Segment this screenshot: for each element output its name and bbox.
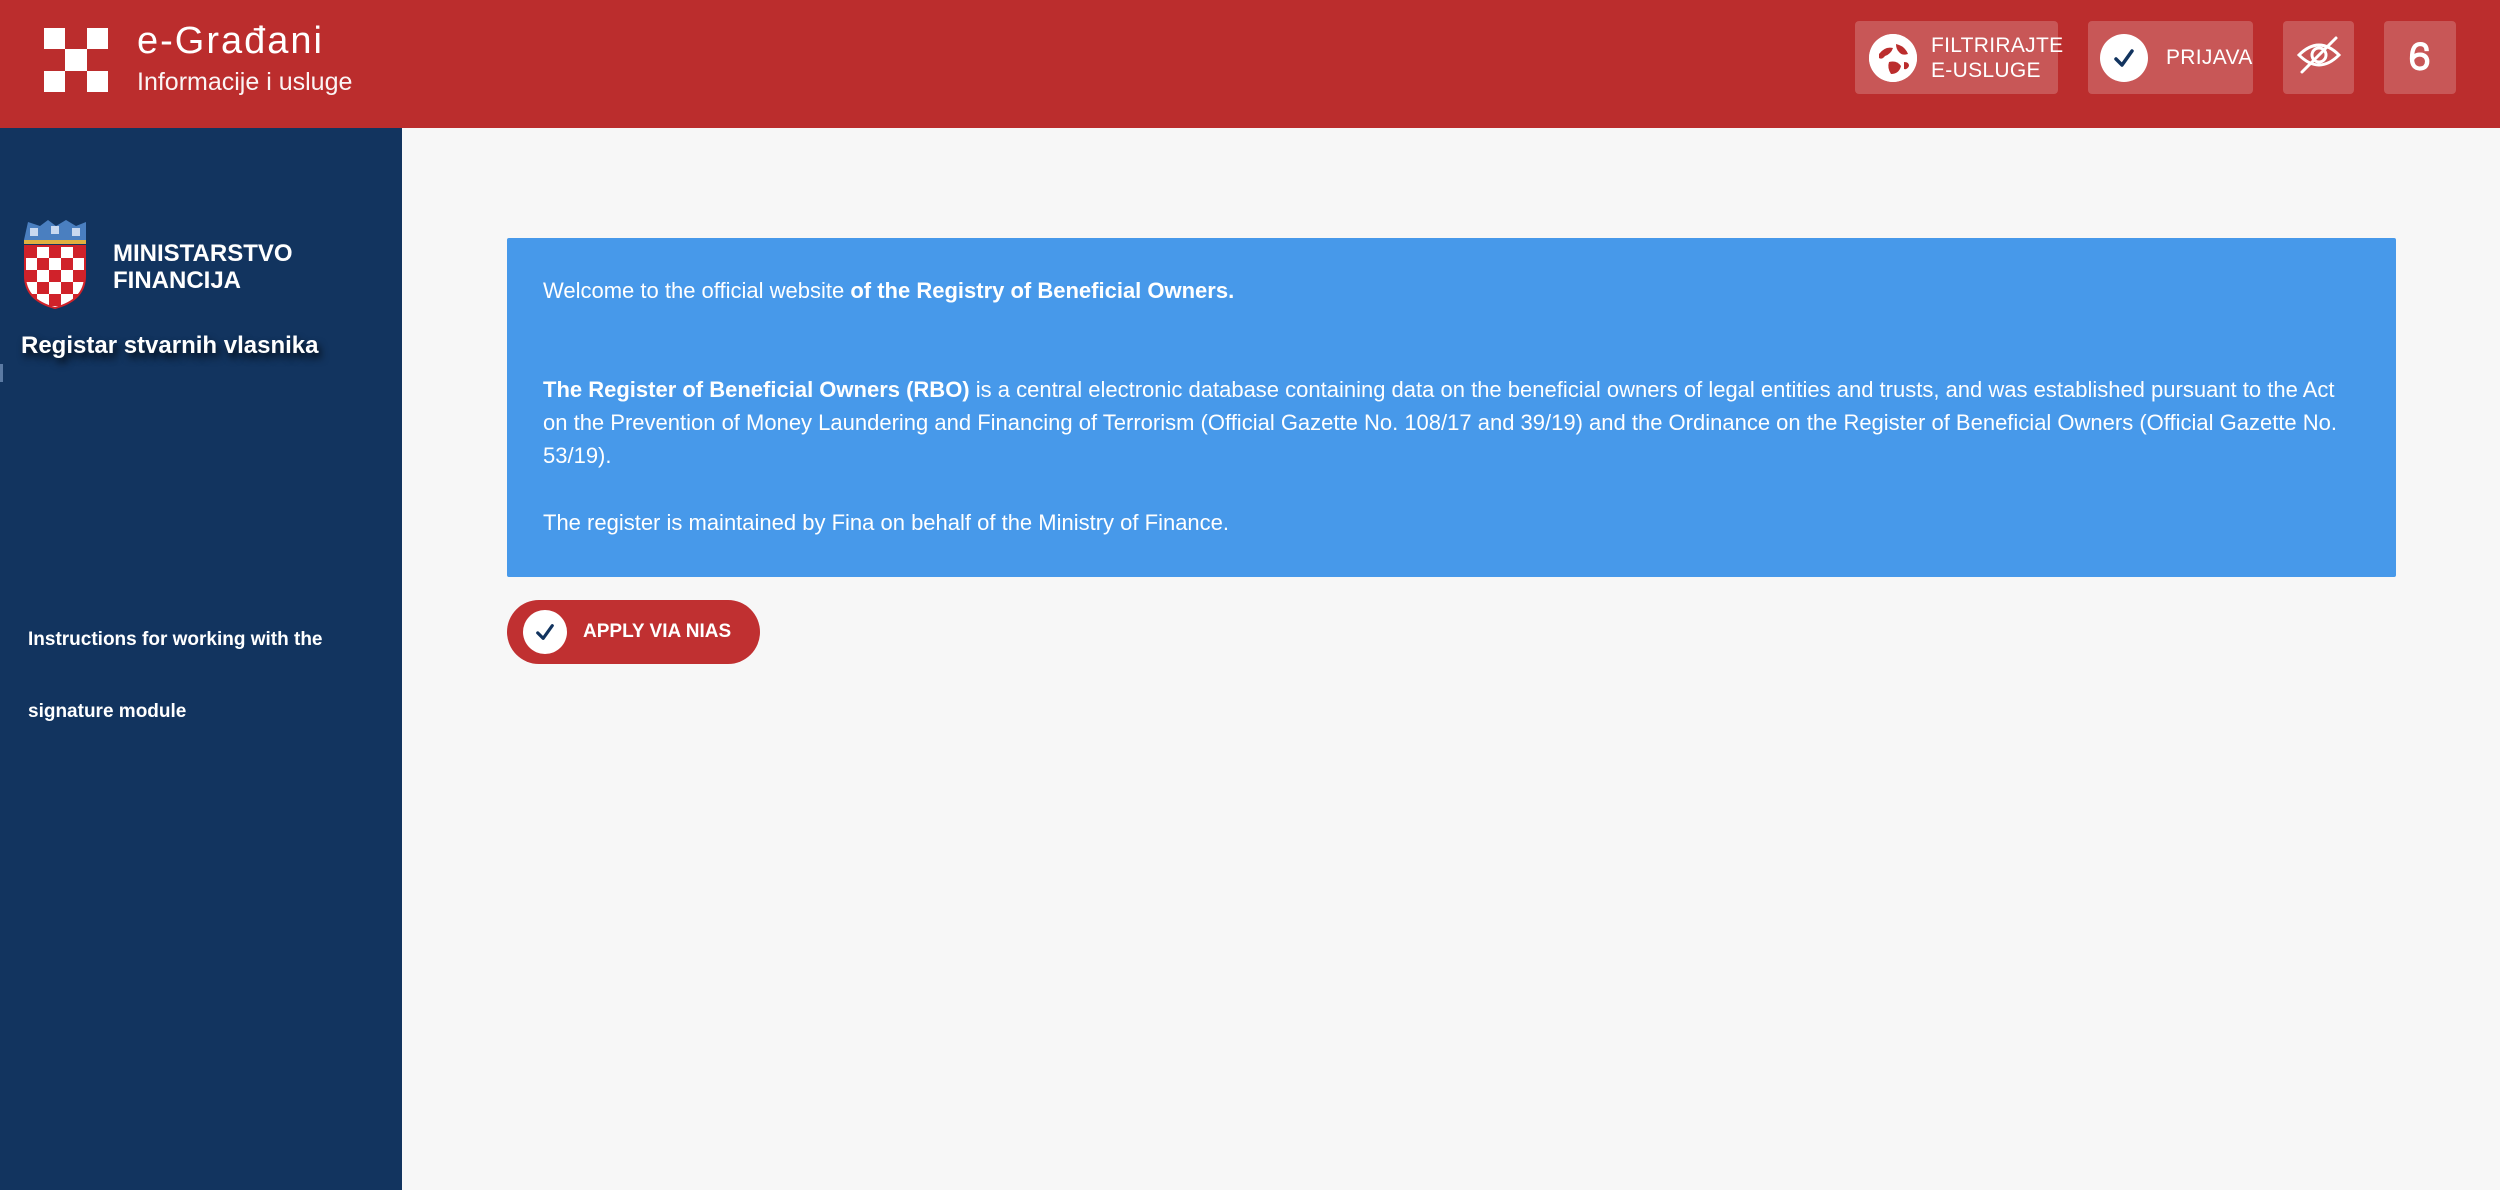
filter-button-line1: FILTRIRAJTE [1931,33,2064,57]
brand-subtitle: Informacije i usluge [137,68,353,96]
apply-via-nias-button[interactable]: APPLY VIA NIAS [507,600,760,664]
language-button[interactable]: Ꮾ [2384,21,2456,94]
filter-button-line2: E-USLUGE [1931,58,2041,82]
brand-title[interactable]: e-Građani [137,20,324,63]
instructions-signature-module-link[interactable]: Instructions for working with the signat… [28,604,348,748]
checkerboard-logo-icon[interactable] [44,28,108,92]
maintained-paragraph: The register is maintained by Fina on be… [543,510,1230,535]
visibility-toggle-button[interactable] [2283,21,2354,94]
sidebar-marker [0,364,3,382]
ministry-line2: FINANCIJA [113,267,242,294]
ministry-line1: MINISTARSTVO [113,240,293,267]
login-button-label: PRIJAVA [2166,45,2253,69]
welcome-bold: of the Registry of Beneficial Owners [850,278,1229,303]
apply-button-label: APPLY VIA NIAS [583,621,732,642]
rbo-paragraph: The Register of Beneficial Owners (RBO) … [543,373,2360,472]
eye-slash-icon [2296,35,2342,80]
register-title: Registar stvarnih vlasnika [21,332,319,359]
ministry-name: MINISTARSTVO FINANCIJA [113,240,293,294]
login-button[interactable]: PRIJAVA [2088,21,2253,94]
welcome-prefix: Welcome to the official website [543,278,851,303]
top-header: e-Građani Informacije i usluge FILTRIRAJ… [0,0,2500,128]
croatian-coat-of-arms-icon [20,218,90,310]
welcome-suffix: . [1228,278,1235,303]
globe-filter-icon [1869,33,1917,82]
info-box: Welcome to the official website of the R… [507,238,2396,577]
check-circle-icon [2100,33,2148,82]
sidebar: MINISTARSTVO FINANCIJA Registar stvarnih… [0,128,402,1190]
filter-e-services-button[interactable]: FILTRIRAJTE E-USLUGE [1855,21,2063,94]
welcome-paragraph: Welcome to the official website of the R… [543,274,2360,307]
language-glyph-icon: Ꮾ [2409,36,2431,78]
rbo-bold: The Register of Beneficial Owners (RBO) [543,377,970,402]
check-circle-icon [523,610,567,654]
